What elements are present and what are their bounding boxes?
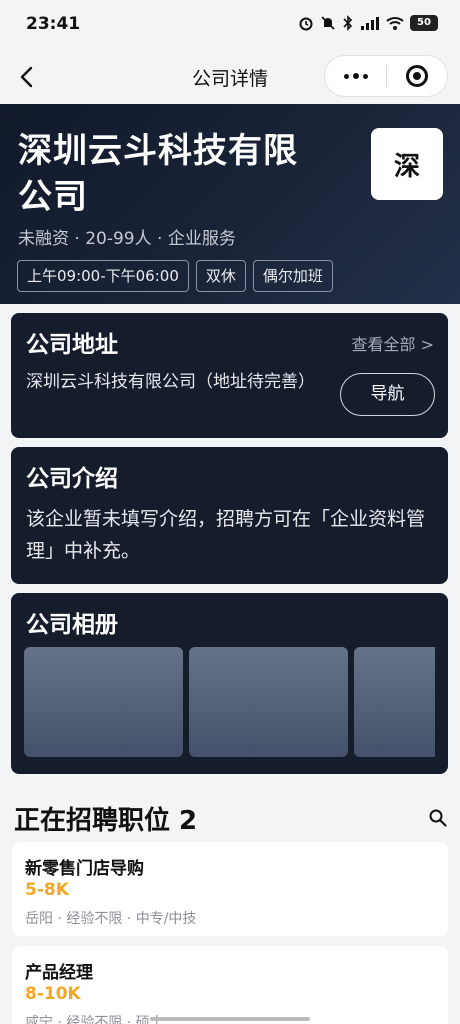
address-text: 深圳云斗科技有限公司（地址待完善）: [26, 372, 315, 392]
job-card[interactable]: 新零售门店导购 5-8K 岳阳 · 经验不限 · 中专/中技: [12, 842, 448, 936]
view-all-link[interactable]: 查看全部 >: [352, 331, 435, 355]
address-title: 公司地址: [26, 332, 118, 358]
tag-weekend: 双休: [195, 260, 246, 292]
jobs-section: 正在招聘职位 2 新零售门店导购 5-8K 岳阳 · 经验不限 · 中专/中技 …: [0, 786, 460, 1024]
job-title: 新零售门店导购: [25, 859, 144, 879]
photo-strip[interactable]: [24, 647, 435, 757]
close-button[interactable]: [387, 56, 447, 96]
status-time: 23:41: [26, 14, 81, 34]
album-photo[interactable]: [24, 647, 183, 757]
album-card: 公司相册: [11, 593, 448, 774]
signal-icon: [361, 17, 379, 30]
album-title: 公司相册: [26, 612, 118, 638]
wifi-icon: [386, 17, 404, 30]
company-tags: 上午09:00-下午06:00 双休 偶尔加班: [17, 260, 333, 292]
company-logo: 深: [371, 128, 443, 200]
intro-card: 公司介绍 该企业暂未填写介绍，招聘方可在「企业资料管理」中补充。: [11, 447, 448, 584]
job-salary: 8-10K: [25, 984, 81, 1004]
mute-icon: [321, 16, 335, 30]
album-photo[interactable]: [189, 647, 348, 757]
job-card[interactable]: 产品经理 8-10K 咸宁 · 经验不限 · 硕士: [12, 946, 448, 1024]
company-name: 深圳云斗科技有限公司: [18, 131, 298, 217]
intro-text: 该企业暂未填写介绍，招聘方可在「企业资料管理」中补充。: [26, 508, 426, 562]
intro-title: 公司介绍: [26, 466, 118, 492]
company-header: 深圳云斗科技有限公司 深 未融资 · 20-99人 · 企业服务 上午09:00…: [0, 104, 460, 304]
home-indicator[interactable]: [150, 1017, 310, 1021]
more-dots-icon: [343, 73, 368, 79]
search-icon[interactable]: [428, 808, 448, 828]
jobs-title: 正在招聘职位 2: [14, 806, 198, 836]
job-salary: 5-8K: [25, 880, 69, 900]
battery-icon: 50: [410, 15, 438, 31]
alarm-icon: [299, 17, 313, 31]
status-icons: 50: [298, 15, 438, 31]
bluetooth-icon: [343, 15, 353, 31]
more-button[interactable]: [325, 56, 386, 96]
mini-program-capsule: [324, 55, 448, 97]
status-bar: 23:41 50: [0, 0, 460, 50]
job-meta: 咸宁 · 经验不限 · 硕士: [25, 1015, 164, 1024]
nav-bar: 公司详情: [0, 50, 460, 104]
job-meta: 岳阳 · 经验不限 · 中专/中技: [25, 911, 197, 927]
navigate-button[interactable]: 导航: [340, 373, 435, 416]
tag-work-hours: 上午09:00-下午06:00: [17, 260, 189, 292]
job-title: 产品经理: [25, 963, 93, 983]
close-target-icon: [405, 65, 428, 87]
company-meta: 未融资 · 20-99人 · 企业服务: [18, 229, 236, 249]
address-card: 公司地址 查看全部 > 深圳云斗科技有限公司（地址待完善） 导航: [11, 313, 448, 438]
tag-overtime: 偶尔加班: [252, 260, 333, 292]
album-photo[interactable]: [354, 647, 435, 757]
